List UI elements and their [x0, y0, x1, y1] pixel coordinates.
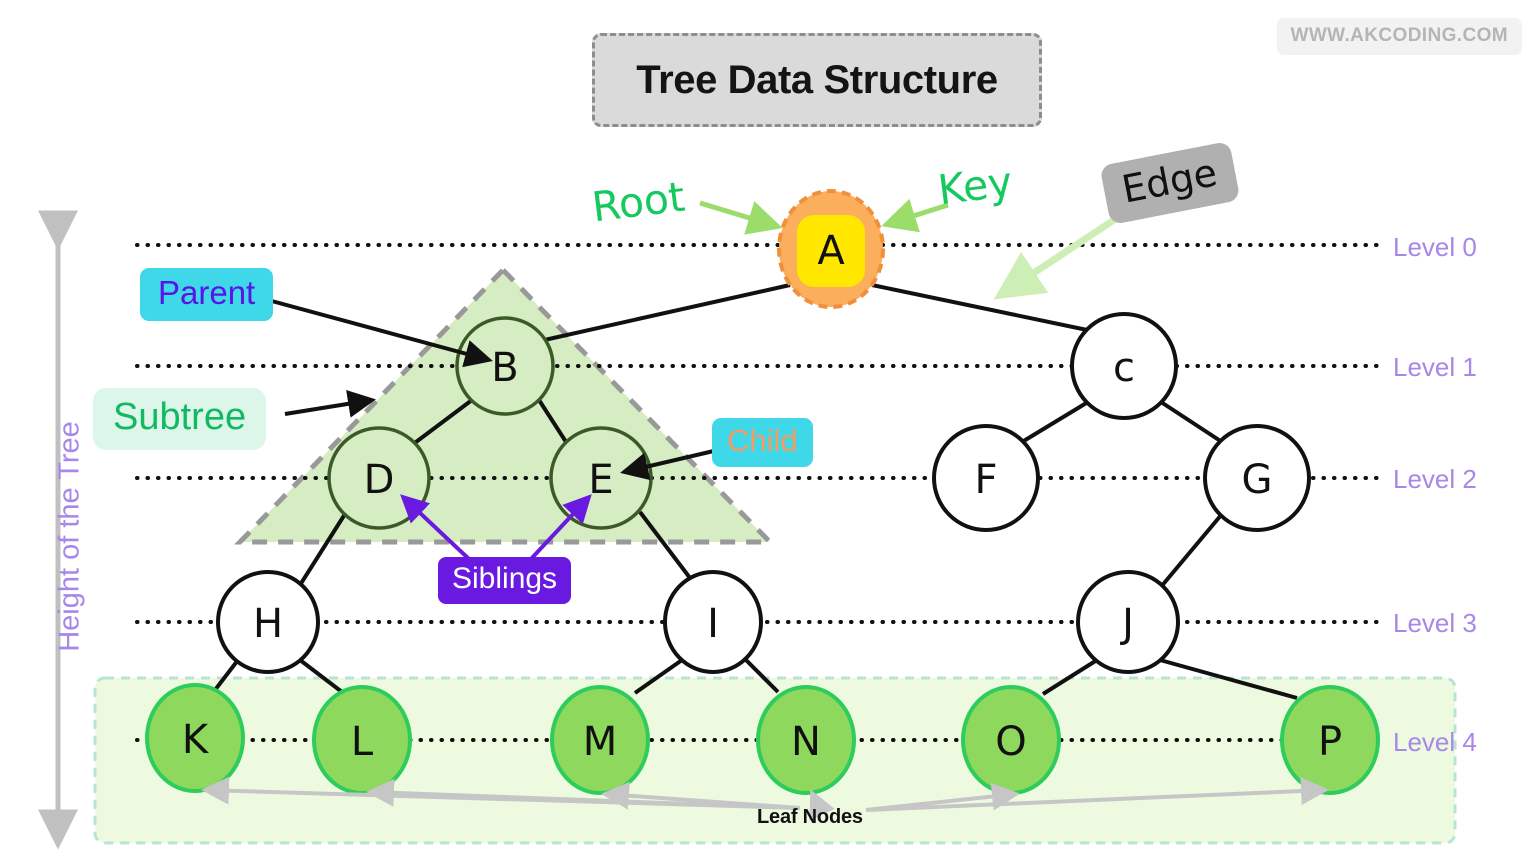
parent-label: Parent: [140, 268, 274, 321]
level-label-1: Level 1: [1393, 352, 1477, 382]
node-G: [1203, 424, 1311, 532]
edge-A-C: [871, 283, 1093, 333]
level-label-2: Level 2: [1393, 464, 1477, 494]
node-O: [961, 685, 1061, 795]
edge-C-F: [1020, 400, 1090, 444]
edge-C-G: [1159, 400, 1224, 444]
watermark: WWW.AKCODING.COM: [1276, 18, 1522, 55]
node-E: [549, 426, 653, 530]
page-title: Tree Data Structure: [636, 57, 998, 102]
node-C: [1070, 312, 1178, 420]
node-B: [455, 316, 555, 416]
node-F: [932, 424, 1040, 532]
edge-G-J: [1158, 512, 1224, 590]
key-label: Key: [935, 157, 1015, 215]
node-N: [756, 685, 856, 795]
node-L: [312, 685, 412, 795]
node-P: [1280, 685, 1380, 795]
leaf-nodes-label: Leaf Nodes: [757, 806, 863, 828]
subtree-arrow: [284, 389, 376, 418]
subtree-label: Subtree: [93, 388, 267, 450]
level-label-0: Level 0: [1393, 232, 1477, 262]
diagram-canvas: WWW.AKCODING.COM Tree Data Structure Roo…: [0, 0, 1536, 864]
title-box: Tree Data Structure: [592, 33, 1042, 127]
node-D: [327, 426, 431, 530]
node-I: [663, 570, 763, 674]
node-A-root: [777, 189, 885, 309]
edge-A-B: [539, 283, 791, 343]
level-label-3: Level 3: [1393, 608, 1477, 638]
child-label: Child: [712, 418, 813, 467]
node-H: [216, 570, 320, 674]
root-arrow: [699, 200, 783, 235]
height-of-tree-label: Height of the Tree: [53, 421, 86, 652]
siblings-label: Siblings: [438, 557, 572, 604]
level-label-4: Level 4: [1393, 727, 1477, 757]
node-M: [550, 685, 650, 795]
node-K: [145, 683, 245, 793]
key-arrow: [881, 198, 949, 233]
node-J: [1076, 570, 1180, 674]
